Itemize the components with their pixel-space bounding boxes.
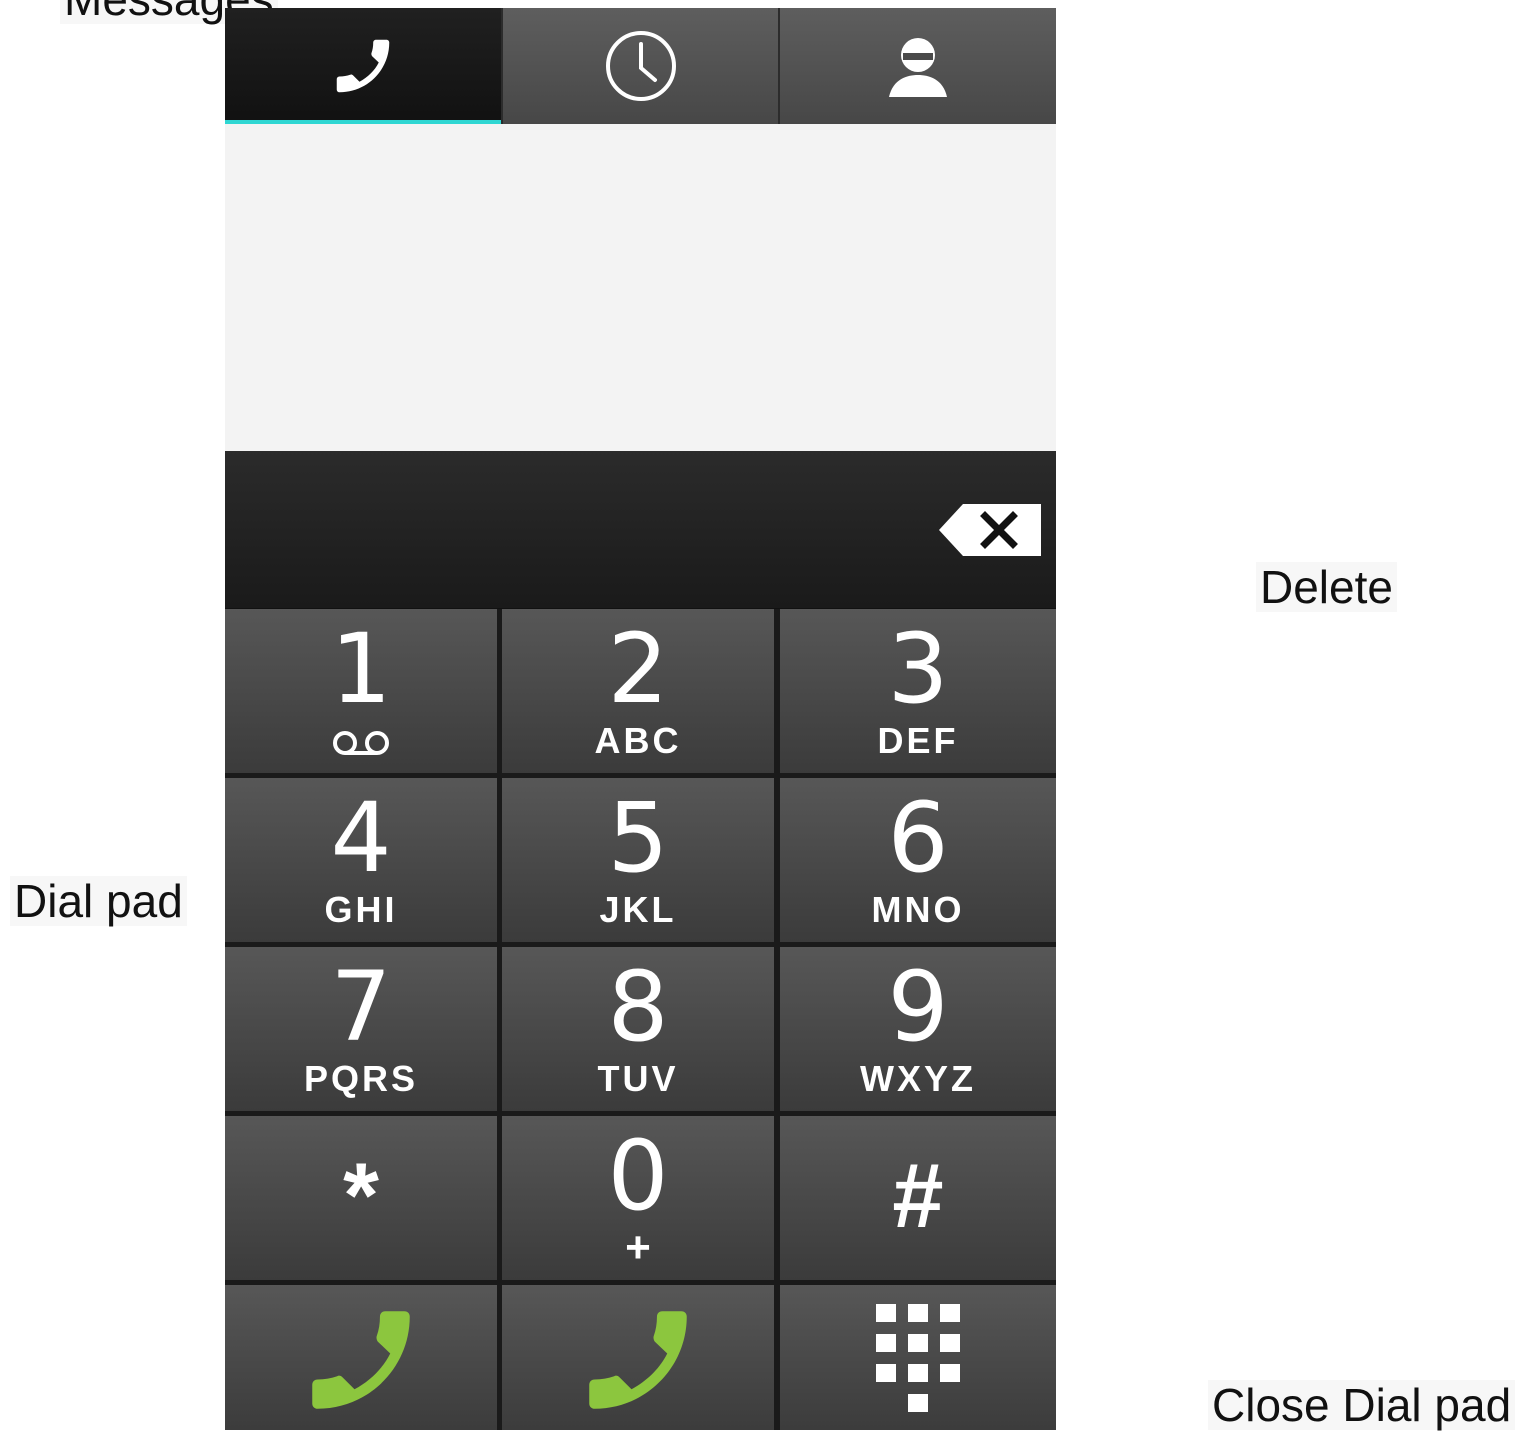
- key-4[interactable]: 4 GHI: [225, 778, 497, 942]
- key-digit: 1: [330, 613, 392, 725]
- key-letters: ABC: [594, 720, 682, 761]
- key-9[interactable]: 9 WXYZ: [780, 947, 1056, 1111]
- dial-pad: 1 2 ABC 3 DEF 4 GHI 5 JKL 6 MNO 7 PQRS 8…: [225, 609, 1056, 1430]
- tab-bar: [225, 8, 1056, 124]
- backspace-icon[interactable]: [939, 504, 1041, 556]
- key-digit: 6: [887, 782, 949, 894]
- key-hash[interactable]: #: [780, 1116, 1056, 1280]
- key-letters: WXYZ: [860, 1058, 976, 1099]
- key-digit: 0: [607, 1120, 669, 1232]
- key-digit: 5: [607, 782, 669, 894]
- key-plus: +: [625, 1223, 651, 1272]
- call-button-1[interactable]: [225, 1285, 497, 1430]
- key-digit: 4: [330, 782, 392, 894]
- call-list-area: [225, 124, 1056, 451]
- digits-field[interactable]: [255, 491, 895, 563]
- voicemail-icon: [333, 731, 389, 755]
- tab-contacts[interactable]: [778, 8, 1056, 124]
- key-1[interactable]: 1: [225, 609, 497, 773]
- key-6[interactable]: 6 MNO: [780, 778, 1056, 942]
- key-letters: GHI: [324, 889, 398, 930]
- key-letters: PQRS: [303, 1058, 419, 1099]
- dialpad-icon: [876, 1303, 960, 1412]
- key-7[interactable]: 7 PQRS: [225, 947, 497, 1111]
- annotation-close-dial-pad: Close Dial pad: [1208, 1380, 1516, 1430]
- phone-icon: [336, 39, 390, 93]
- key-2[interactable]: 2 ABC: [502, 609, 774, 773]
- key-letters: JKL: [599, 889, 677, 930]
- key-letters: TUV: [597, 1058, 679, 1099]
- key-star[interactable]: *: [225, 1116, 497, 1280]
- phone-screen: 1 2 ABC 3 DEF 4 GHI 5 JKL 6 MNO 7 PQRS 8…: [225, 8, 1056, 1430]
- tab-recent[interactable]: [500, 8, 779, 124]
- key-digit: 8: [607, 951, 669, 1063]
- key-digit: 3: [887, 613, 949, 725]
- tab-phone[interactable]: [225, 8, 501, 124]
- clock-icon: [605, 31, 676, 101]
- contact-icon: [889, 38, 948, 97]
- key-symbol: *: [343, 1145, 379, 1247]
- digits-bar: [225, 451, 1056, 610]
- call-icon: [312, 1310, 410, 1409]
- key-digit: 7: [330, 951, 392, 1063]
- annotation-dial-pad: Dial pad: [10, 876, 187, 926]
- key-symbol: #: [892, 1145, 944, 1247]
- key-3[interactable]: 3 DEF: [780, 609, 1056, 773]
- close-dialpad-button[interactable]: [780, 1285, 1056, 1430]
- call-icon: [589, 1310, 687, 1409]
- key-8[interactable]: 8 TUV: [502, 947, 774, 1111]
- key-5[interactable]: 5 JKL: [502, 778, 774, 942]
- call-button-2[interactable]: [502, 1285, 774, 1430]
- key-letters: MNO: [871, 889, 965, 930]
- key-digit: 9: [887, 951, 949, 1063]
- annotation-delete: Delete: [1256, 562, 1397, 612]
- key-letters: DEF: [877, 720, 959, 761]
- key-0[interactable]: 0 +: [502, 1116, 774, 1280]
- key-digit: 2: [607, 613, 669, 725]
